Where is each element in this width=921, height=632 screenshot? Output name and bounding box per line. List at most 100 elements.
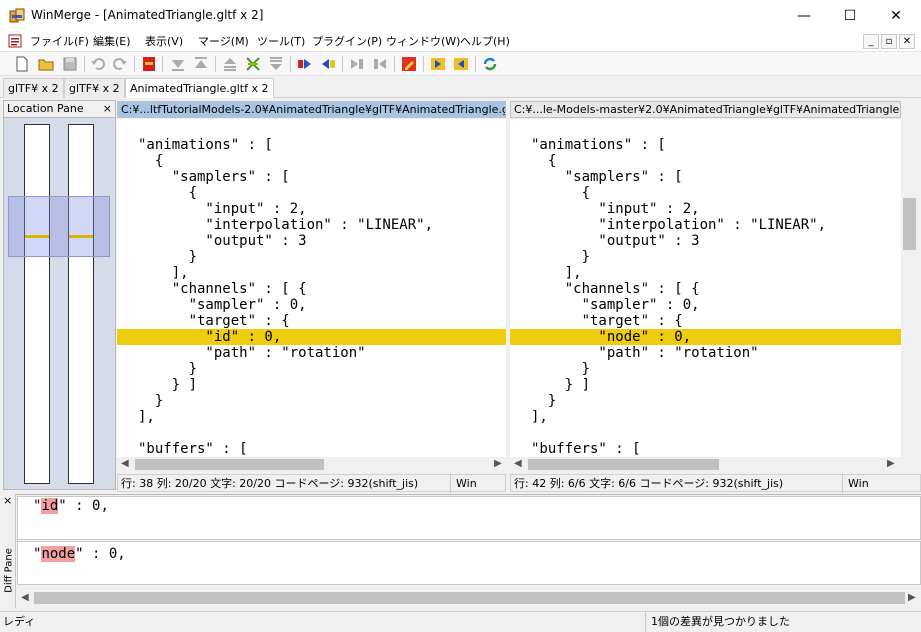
menu-view[interactable]: 表示(V)	[145, 33, 183, 49]
code-line[interactable]: "channels" : [ {	[117, 281, 506, 297]
current-diff-icon[interactable]	[244, 55, 262, 73]
code-line[interactable]: "path" : "rotation"	[117, 345, 506, 361]
right-horizontal-scroll-thumb[interactable]	[528, 459, 719, 470]
close-button[interactable]: ✕	[873, 0, 919, 31]
code-line[interactable]: ],	[510, 265, 901, 281]
left-code-view[interactable]: "animations" : [ { "samplers" : [ { "inp…	[117, 119, 506, 458]
code-line[interactable]: } ]	[510, 377, 901, 393]
code-line[interactable]: "samplers" : [	[510, 169, 901, 185]
mdi-minimize-button[interactable]: _	[863, 34, 879, 49]
code-line[interactable]: "sampler" : 0,	[510, 297, 901, 313]
menu-help[interactable]: ヘルプ(H)	[460, 33, 510, 49]
code-line[interactable]	[510, 425, 901, 441]
code-line[interactable]: "interpolation" : "LINEAR",	[510, 217, 901, 233]
code-line[interactable]: }	[117, 249, 506, 265]
copy-left-advance-icon[interactable]	[371, 55, 389, 73]
compare-selection-icon[interactable]	[140, 55, 158, 73]
prev-file-icon[interactable]	[452, 55, 470, 73]
left-horizontal-scroll-thumb[interactable]	[135, 459, 324, 470]
diff-pane-right-view[interactable]	[17, 541, 921, 585]
code-line[interactable]: "animations" : [	[510, 137, 901, 153]
menu-edit[interactable]: 編集(E)	[93, 33, 131, 49]
tab-gltf-2[interactable]: glTF¥ x 2	[64, 78, 125, 98]
diff-horizontal-scroll-thumb[interactable]	[34, 592, 905, 604]
minimize-button[interactable]: —	[781, 0, 827, 31]
menu-tools[interactable]: ツール(T)	[257, 33, 305, 49]
next-diff-icon[interactable]	[169, 55, 187, 73]
code-line[interactable]: }	[117, 393, 506, 409]
scroll-left-arrow-icon[interactable]: ◀	[21, 592, 29, 603]
redo-icon[interactable]	[111, 55, 129, 73]
code-line[interactable]: "channels" : [ {	[510, 281, 901, 297]
copy-left-icon[interactable]	[319, 55, 337, 73]
document-icon[interactable]	[8, 34, 22, 48]
menu-file[interactable]: ファイル(F)	[30, 33, 89, 49]
code-line[interactable]: ],	[117, 265, 506, 281]
open-folder-icon[interactable]	[37, 55, 55, 73]
copy-right-advance-icon[interactable]	[348, 55, 366, 73]
tab-gltf-1[interactable]: glTF¥ x 2	[3, 78, 64, 98]
copy-right-icon[interactable]	[296, 55, 314, 73]
code-line[interactable]: "sampler" : 0,	[117, 297, 506, 313]
code-line[interactable]: "interpolation" : "LINEAR",	[117, 217, 506, 233]
code-line[interactable]: "output" : 3	[510, 233, 901, 249]
tab-animated-triangle[interactable]: AnimatedTriangle.gltf x 2	[125, 78, 274, 98]
code-line[interactable]: {	[510, 153, 901, 169]
code-line[interactable]: "path" : "rotation"	[510, 345, 901, 361]
diff-left-line[interactable]: "id" : 0,	[33, 498, 109, 514]
location-viewport-indicator[interactable]	[8, 196, 110, 257]
menu-window[interactable]: ウィンドウ(W)	[386, 33, 460, 49]
left-file-path-header[interactable]: C:¥...ltfTutorialModels-2.0¥AnimatedTria…	[117, 101, 506, 118]
code-line[interactable]	[117, 425, 506, 441]
right-code-view[interactable]: "animations" : [ { "samplers" : [ { "inp…	[510, 119, 901, 458]
undo-icon[interactable]	[89, 55, 107, 73]
code-line[interactable]: "output" : 3	[117, 233, 506, 249]
diff-pane-left-view[interactable]	[17, 496, 921, 540]
code-line[interactable]: }	[510, 249, 901, 265]
location-pane-close-icon[interactable]: ×	[103, 101, 112, 116]
save-icon[interactable]	[61, 55, 79, 73]
edit-icon[interactable]	[400, 55, 418, 73]
code-line[interactable]: "node" : 0,	[510, 329, 901, 345]
code-line[interactable]: }	[510, 393, 901, 409]
right-file-path-header[interactable]: C:¥...le-Models-master¥2.0¥AnimatedTrian…	[510, 101, 901, 118]
maximize-button[interactable]: ☐	[827, 0, 873, 31]
new-file-icon[interactable]	[13, 55, 31, 73]
menu-plugins[interactable]: プラグイン(P)	[312, 33, 382, 49]
code-line[interactable]: {	[117, 153, 506, 169]
code-line[interactable]: "buffers" : [	[510, 441, 901, 457]
next-file-icon[interactable]	[429, 55, 447, 73]
code-line[interactable]: {	[510, 185, 901, 201]
location-bar-left[interactable]	[24, 124, 50, 484]
location-pane-body[interactable]	[4, 117, 115, 489]
code-line[interactable]: {	[117, 185, 506, 201]
code-line[interactable]: "input" : 2,	[117, 201, 506, 217]
code-line[interactable]: }	[510, 361, 901, 377]
code-line[interactable]: "target" : {	[510, 313, 901, 329]
menu-merge[interactable]: マージ(M)	[198, 33, 249, 49]
code-line[interactable]: }	[117, 361, 506, 377]
diff-pane-close-icon[interactable]: ×	[3, 494, 12, 507]
scroll-right-arrow-icon[interactable]: ▶	[887, 458, 895, 469]
diff-right-line[interactable]: "node" : 0,	[33, 546, 126, 562]
prev-diff-icon[interactable]	[192, 55, 210, 73]
code-line[interactable]: ],	[117, 409, 506, 425]
scroll-left-arrow-icon[interactable]: ◀	[514, 458, 522, 469]
refresh-icon[interactable]	[481, 55, 499, 73]
mdi-restore-button[interactable]: ▫	[881, 34, 897, 49]
first-diff-icon[interactable]	[221, 55, 239, 73]
code-line[interactable]: "input" : 2,	[510, 201, 901, 217]
scroll-right-arrow-icon[interactable]: ▶	[494, 458, 502, 469]
code-line[interactable]: ],	[510, 409, 901, 425]
mdi-close-button[interactable]: ✕	[899, 34, 915, 49]
last-diff-icon[interactable]	[267, 55, 285, 73]
location-bar-right[interactable]	[68, 124, 94, 484]
code-line[interactable]: "id" : 0,	[117, 329, 506, 345]
vertical-scrollbar-thumb[interactable]	[903, 198, 916, 250]
scroll-left-arrow-icon[interactable]: ◀	[121, 458, 129, 469]
code-line[interactable]: "samplers" : [	[117, 169, 506, 185]
scroll-right-arrow-icon[interactable]: ▶	[908, 592, 916, 603]
vertical-scrollbar[interactable]	[901, 119, 918, 471]
code-line[interactable]: "animations" : [	[117, 137, 506, 153]
code-line[interactable]: "buffers" : [	[117, 441, 506, 457]
